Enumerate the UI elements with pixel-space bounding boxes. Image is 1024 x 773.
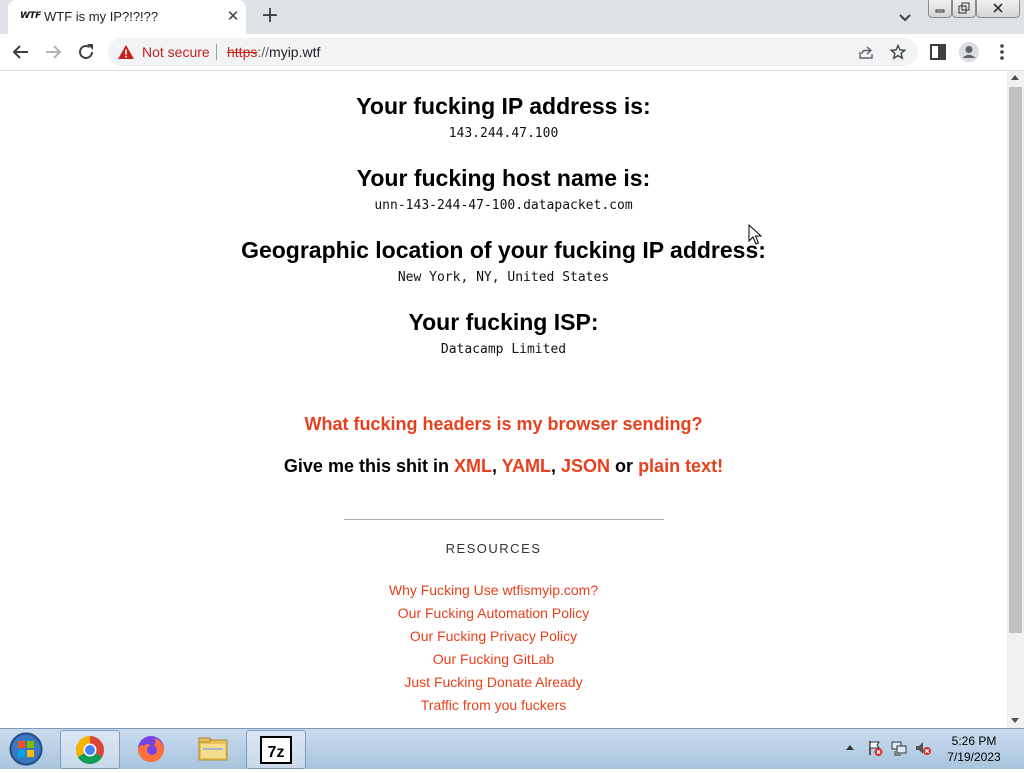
- firefox-icon: [138, 736, 164, 762]
- restore-icon[interactable]: [952, 0, 976, 18]
- resource-link-gitlab[interactable]: Our Fucking GitLab: [433, 651, 554, 667]
- tab-title: WTF is my IP?!?!??: [44, 9, 159, 24]
- system-clock[interactable]: 5:26 PM 7/19/2023: [940, 733, 1008, 765]
- action-center-flag-icon[interactable]: [866, 739, 884, 757]
- resource-link-why-use[interactable]: Why Fucking Use wtfismyip.com?: [389, 582, 598, 598]
- bookmark-star-icon[interactable]: [890, 44, 906, 60]
- windows-taskbar: 7z 5:26 PM 7/19/2023: [0, 728, 1024, 769]
- taskbar-chrome-button[interactable]: [60, 730, 120, 769]
- url-text[interactable]: https://myip.wtf: [227, 44, 320, 60]
- isp-section: Your fucking ISP: Datacamp Limited: [0, 309, 1007, 357]
- warning-triangle-icon[interactable]: [118, 45, 134, 59]
- headers-link[interactable]: What fucking headers is my browser sendi…: [304, 414, 702, 434]
- 7zip-label: 7z: [268, 744, 285, 761]
- show-hidden-icons-arrow-icon[interactable]: [846, 745, 854, 750]
- resource-link-privacy-policy[interactable]: Our Fucking Privacy Policy: [410, 628, 577, 644]
- url-host: myip.wtf: [269, 44, 321, 60]
- ip-heading: Your fucking IP address is:: [356, 93, 651, 119]
- page-content: Your fucking IP address is: 143.244.47.1…: [0, 71, 1007, 728]
- not-secure-label[interactable]: Not secure: [142, 44, 210, 60]
- ip-section: Your fucking IP address is: 143.244.47.1…: [0, 93, 1007, 141]
- taskbar-explorer-button[interactable]: [184, 730, 242, 767]
- location-heading: Geographic location of your fucking IP a…: [241, 237, 766, 263]
- tab-strip: WTF WTF is my IP?!?!?? ✕ +: [0, 0, 1024, 34]
- minimize-icon[interactable]: [928, 0, 952, 18]
- ip-value: 143.244.47.100: [448, 126, 559, 141]
- volume-muted-icon[interactable]: [914, 739, 932, 757]
- divider: [344, 519, 664, 520]
- address-bar[interactable]: Not secure https://myip.wtf: [108, 38, 918, 66]
- vertical-scrollbar[interactable]: [1007, 71, 1024, 728]
- clock-date: 7/19/2023: [947, 750, 1001, 764]
- json-link[interactable]: JSON: [561, 456, 610, 476]
- resource-link-donate[interactable]: Just Fucking Donate Already: [404, 674, 582, 690]
- location-section: Geographic location of your fucking IP a…: [0, 237, 1007, 285]
- file-explorer-icon: [198, 737, 228, 761]
- side-panel-icon[interactable]: [926, 40, 950, 64]
- scroll-up-arrow-icon[interactable]: [1011, 75, 1019, 80]
- formats-comma-1: ,: [491, 456, 502, 476]
- formats-or: or: [610, 456, 639, 476]
- url-separator: ://: [257, 44, 270, 60]
- isp-heading: Your fucking ISP:: [408, 309, 599, 335]
- start-orb-icon[interactable]: [6, 730, 46, 768]
- reload-icon[interactable]: [74, 40, 98, 64]
- scroll-down-arrow-icon[interactable]: [1011, 718, 1019, 723]
- resources-title: RESOURCES: [445, 541, 542, 556]
- menu-kebab-icon[interactable]: [990, 40, 1014, 64]
- site-favicon-icon: WTF: [20, 11, 41, 21]
- formats-comma-2: ,: [551, 456, 562, 476]
- formats-prefix: Give me this shit in: [283, 456, 454, 476]
- network-icon[interactable]: [890, 739, 908, 757]
- resource-link-automation-policy[interactable]: Our Fucking Automation Policy: [398, 605, 589, 621]
- clock-time: 5:26 PM: [951, 734, 997, 748]
- browser-toolbar: Not secure https://myip.wtf: [0, 34, 1024, 71]
- 7zip-icon: 7z: [260, 736, 292, 764]
- close-window-icon[interactable]: [976, 0, 1020, 18]
- browser-tab[interactable]: WTF WTF is my IP?!?!?? ✕: [8, 0, 246, 34]
- scroll-thumb[interactable]: [1009, 87, 1022, 633]
- profile-avatar-icon[interactable]: [957, 40, 981, 64]
- location-value: New York, NY, United States: [397, 270, 610, 285]
- address-divider: [216, 44, 217, 60]
- taskbar-firefox-button[interactable]: [122, 730, 180, 767]
- xml-link[interactable]: XML: [454, 456, 492, 476]
- taskbar-7zip-button[interactable]: 7z: [246, 730, 306, 769]
- yaml-link[interactable]: YAML: [502, 456, 551, 476]
- tab-search-chevron-icon[interactable]: [896, 9, 914, 27]
- back-arrow-icon[interactable]: [9, 40, 33, 64]
- chrome-icon: [76, 736, 104, 764]
- hostname-heading: Your fucking host name is:: [356, 165, 651, 191]
- hostname-section: Your fucking host name is: unn-143-244-4…: [0, 165, 1007, 213]
- mouse-pointer-icon: [748, 224, 762, 245]
- isp-value: Datacamp Limited: [440, 342, 567, 357]
- new-tab-icon[interactable]: +: [258, 5, 282, 29]
- forward-arrow-icon[interactable]: [41, 40, 65, 64]
- formats-line: Give me this shit in XML, YAML, JSON or …: [0, 456, 1007, 477]
- hostname-value: unn-143-244-47-100.datapacket.com: [374, 198, 633, 213]
- plain-text-link[interactable]: plain text!: [638, 456, 723, 476]
- url-scheme: https: [227, 44, 258, 60]
- tab-close-icon[interactable]: ✕: [224, 7, 242, 25]
- share-icon[interactable]: [858, 44, 874, 60]
- resource-link-traffic[interactable]: Traffic from you fuckers: [421, 697, 566, 713]
